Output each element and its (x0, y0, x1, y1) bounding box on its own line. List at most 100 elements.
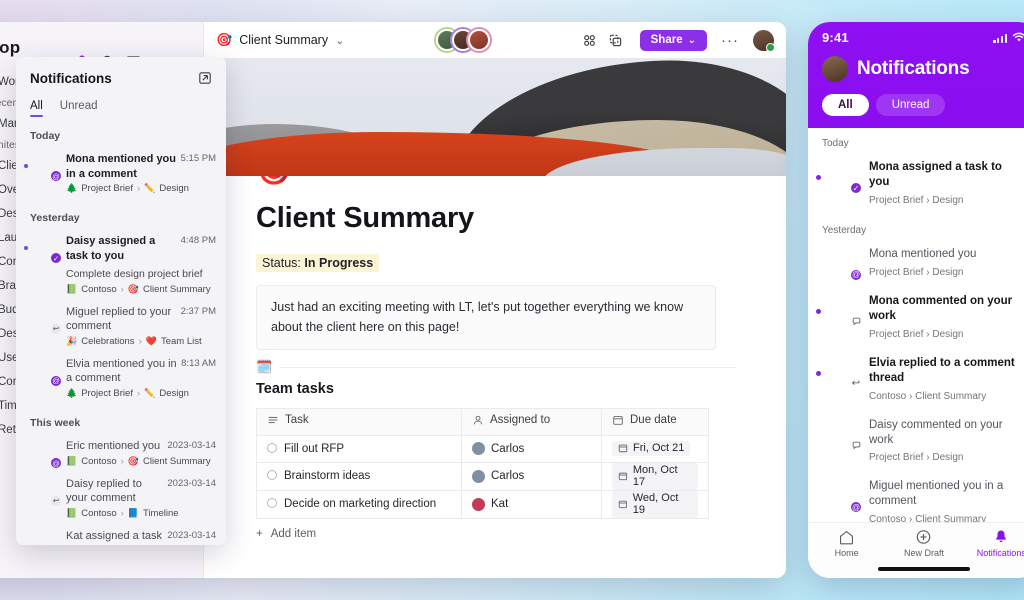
notification-item[interactable]: ↩ Daisy replied to your comment 2023-03-… (16, 472, 226, 524)
column-header-label: Due date (630, 414, 677, 426)
notifications-tabs: All Unread (16, 86, 226, 117)
notifications-title: Notifications (30, 71, 112, 86)
notification-title: Daisy assigned a task to you (66, 235, 156, 262)
notification-item[interactable]: @ Miguel mentioned you in a comment 1 Co… (808, 472, 1024, 522)
notifications-list[interactable]: Today @ Mona mentioned you in a comment … (16, 117, 226, 545)
notification-item[interactable]: @ Mona mentioned you in a comment 5:15 P… (16, 147, 226, 199)
task-cell[interactable]: Decide on marketing direction (256, 489, 462, 519)
notification-title: Kat assigned a task to you (66, 529, 163, 545)
column-header-due-date[interactable]: Due date (601, 407, 709, 436)
status-bar-indicators (993, 32, 1024, 43)
avatar-wrap: ↩ (830, 358, 863, 391)
task-label: Brainstorm ideas (284, 470, 371, 482)
mention-badge-icon: @ (50, 170, 62, 182)
avatar-wrap: @ (35, 442, 62, 469)
avatar[interactable] (467, 29, 490, 51)
notification-item[interactable]: ✓ Kat assigned a task to you 2023-03-14 … (16, 524, 226, 545)
avatar-wrap: @ (830, 481, 863, 515)
document-emoji[interactable]: 🎯 (256, 176, 292, 188)
breadcrumb-label: Project Brief (81, 388, 133, 399)
home-bar (878, 567, 970, 571)
table-row[interactable]: Brainstorm ideas Carlos Mon, Oct 17 (256, 461, 709, 491)
table-row[interactable]: Decide on marketing direction Kat Wed, O… (256, 489, 709, 519)
breadcrumb-label: Contoso (81, 283, 117, 295)
unread-dot (24, 369, 28, 373)
tab-all[interactable]: All (30, 100, 43, 117)
more-options-button[interactable]: ··· (715, 32, 745, 49)
chevron-down-icon[interactable]: ⌄ (335, 34, 344, 47)
due-date-cell[interactable]: Wed, Oct 19 (601, 489, 709, 519)
notification-title: Mona mentioned you (869, 247, 977, 260)
mention-badge-icon: @ (50, 457, 62, 469)
column-header-label: Assigned to (490, 414, 551, 426)
assignee-cell[interactable]: Kat (461, 489, 602, 519)
breadcrumb-label: Project Brief (81, 183, 133, 195)
current-user-avatar[interactable] (753, 29, 775, 52)
nav-item-home[interactable]: Home (808, 529, 885, 558)
column-header-task[interactable]: Task (256, 407, 462, 436)
add-item-button[interactable]: + Add item (256, 528, 736, 540)
notification-title: Miguel replied to your comment (66, 305, 172, 333)
phone-tab-unread[interactable]: Unread (875, 94, 946, 116)
document-body: 🎯 Client Summary Status: In Progress Jus… (204, 176, 786, 578)
avatar[interactable] (822, 56, 848, 82)
nav-item-notifications[interactable]: Notifications (963, 529, 1024, 558)
status-label: Status: (262, 256, 301, 270)
phone-status-bar: 9:41 (822, 30, 1024, 45)
breadcrumb: Contoso › Client Summary (869, 390, 987, 402)
column-header-assigned-to[interactable]: Assigned to (461, 407, 602, 436)
cellular-bars-icon (993, 33, 1007, 43)
nav-label: New Draft (903, 548, 944, 558)
phone-tab-all[interactable]: All (822, 94, 869, 116)
avatar-wrap: @ (35, 360, 62, 387)
notification-item[interactable]: Daisy commented on your work 4 Project B… (808, 411, 1024, 473)
task-board-icon: 🗓️ (256, 358, 280, 375)
group-label: Yesterday (822, 224, 867, 236)
task-checkbox[interactable] (267, 442, 277, 453)
share-button[interactable]: Share ⌄ (639, 29, 707, 51)
assignee-cell[interactable]: Carlos (461, 434, 602, 463)
due-date-cell[interactable]: Mon, Oct 17 (601, 461, 709, 491)
notification-body: Mona assigned a task to you 2 Project Br… (869, 160, 1024, 208)
assignee-cell[interactable]: Carlos (461, 461, 602, 491)
notification-item[interactable]: ↩ Miguel replied to your comment 2:37 PM… (16, 300, 226, 352)
nav-label: Notifications (976, 548, 1024, 558)
breadcrumb-label: Team List (160, 335, 202, 347)
breadcrumb-icon: 📗 (66, 283, 78, 294)
due-date-cell[interactable]: Fri, Oct 21 (601, 434, 709, 463)
notification-item[interactable]: ✓ Daisy assigned a task to you 4:48 PM C… (16, 229, 226, 299)
task-cell[interactable]: Brainstorm ideas (256, 461, 462, 491)
nav-item-new-draft[interactable]: New Draft (885, 529, 962, 558)
document-title-chip[interactable]: 🎯 Client Summary ⌄ (216, 32, 344, 48)
notification-time: 2023-03-14 (167, 440, 216, 451)
copy-icon[interactable] (608, 33, 623, 48)
collaborator-avatars[interactable] (435, 29, 490, 51)
apps-grid-icon[interactable] (582, 33, 597, 48)
group-label: This week (30, 417, 81, 429)
notification-item[interactable]: Mona commented on your work 4 Project Br… (808, 287, 1024, 349)
task-checkbox[interactable] (267, 470, 277, 480)
notification-item[interactable]: @ Elvia mentioned you in a comment 8:13 … (16, 352, 226, 404)
mention-badge-icon: @ (50, 374, 62, 387)
tab-unread[interactable]: Unread (60, 100, 98, 117)
notification-item[interactable]: ↩ Elvia replied to a comment thread 3 Co… (808, 349, 1024, 411)
home-indicator (808, 560, 1024, 578)
notification-title: Elvia mentioned you in a comment (66, 357, 177, 385)
notification-title: Miguel mentioned you in a comment (869, 480, 1004, 508)
notification-body: Mona mentioned you 5 Project Brief › Des… (869, 247, 1024, 280)
task-cell[interactable]: Fill out RFP (256, 434, 462, 463)
notification-item[interactable]: @ Mona mentioned you 5 Project Brief › D… (808, 240, 1024, 287)
callout-text: Just had an exciting meeting with LT, le… (256, 285, 716, 350)
notification-time: 2:37 PM (180, 305, 216, 317)
phone-header: 9:41 Notifications All Unread (808, 22, 1024, 128)
table-row[interactable]: Fill out RFP Carlos Fri, Oct 21 (256, 434, 709, 463)
unread-dot (816, 433, 821, 438)
notification-title: Daisy commented on your work (869, 418, 1003, 446)
task-checkbox[interactable] (267, 498, 277, 508)
open-in-new-icon[interactable] (198, 71, 212, 85)
phone-tabs: All Unread (822, 94, 1024, 116)
notification-item[interactable]: ✓ Mona assigned a task to you 2 Project … (808, 153, 1024, 215)
phone-notifications-list[interactable]: Today ✓ Mona assigned a task to you 2 Pr… (808, 128, 1024, 522)
notification-item[interactable]: @ Eric mentioned you 2023-03-14 📗 Contoso… (16, 434, 226, 472)
breadcrumb: Project Brief › Design (869, 452, 964, 464)
